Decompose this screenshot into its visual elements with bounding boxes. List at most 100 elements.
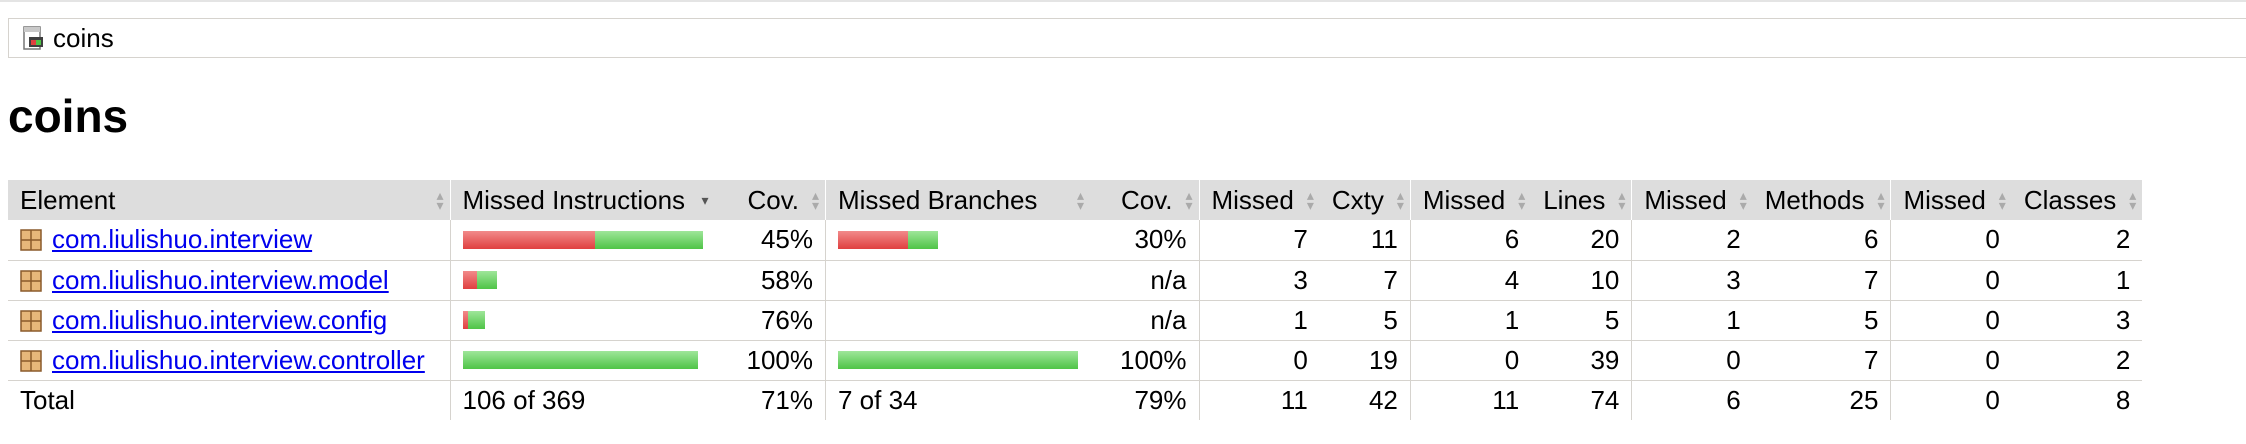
sort-icon: ▴ ▾	[2129, 187, 2137, 213]
col-header-missed-branches[interactable]: Missed Branches ▴ ▾	[825, 180, 1090, 220]
missed-cxty-cell: 3	[1198, 260, 1320, 301]
classes-cell: 2	[2011, 340, 2143, 381]
col-header-cov-instructions[interactable]: Cov. ▴ ▾	[714, 180, 826, 220]
coverage-bar	[462, 271, 497, 289]
total-missed-lines: 11	[1409, 379, 1532, 420]
col-header-cov-branches[interactable]: Cov. ▴ ▾	[1090, 180, 1199, 220]
col-header-label: Classes	[2023, 184, 2117, 215]
element-cell: com.liulishuo.interview.model	[8, 260, 450, 301]
col-header-label: Lines	[1543, 184, 1606, 215]
instructions-bar-cell	[449, 220, 715, 261]
col-header-lines[interactable]: Lines ▴ ▾	[1531, 180, 1632, 220]
report-icon	[23, 26, 43, 50]
missed-classes-cell: 0	[1890, 260, 2012, 301]
missed-methods-cell: 3	[1631, 260, 1753, 301]
missed-methods-cell: 2	[1631, 220, 1753, 261]
col-header-label: Methods	[1764, 184, 1865, 215]
sort-icon: ▴ ▾	[436, 187, 444, 213]
branches-bar-cell	[825, 260, 1090, 301]
sort-icon: ▴ ▾	[811, 187, 819, 213]
table-row: com.liulishuo.interview.controller 100% 10…	[8, 340, 2143, 381]
col-header-label: Cov.	[747, 184, 799, 215]
total-missed-methods: 6	[1631, 379, 1753, 420]
element-cell: com.liulishuo.interview	[8, 220, 450, 261]
total-instructions: 106 of 369	[449, 379, 715, 420]
covered-bar-segment	[476, 271, 497, 289]
sort-icon: ▴ ▾	[1739, 187, 1747, 213]
missed-classes-cell: 0	[1890, 220, 2012, 261]
col-header-label: Cov.	[1120, 184, 1173, 215]
sort-icon: ▴ ▾	[1185, 187, 1193, 213]
col-header-element[interactable]: Element ▴ ▾	[8, 180, 450, 220]
package-icon	[20, 268, 42, 292]
classes-cell: 2	[2011, 220, 2143, 261]
page-title: coins	[8, 90, 129, 142]
branches-bar-cell	[825, 340, 1090, 381]
sort-desc-icon: ▾	[701, 192, 709, 208]
col-header-missed-methods[interactable]: Missed ▴ ▾	[1631, 180, 1753, 220]
missed-methods-cell: 0	[1631, 340, 1753, 381]
col-header-label: Cxty	[1331, 184, 1384, 215]
total-branches-cov: 79%	[1090, 379, 1199, 420]
total-missed-cxty: 11	[1198, 379, 1320, 420]
cxty-cell: 19	[1319, 340, 1411, 381]
lines-cell: 39	[1531, 340, 1632, 381]
instructions-bar-cell	[449, 300, 715, 341]
instructions-cov: 45%	[714, 220, 826, 261]
branches-bar-cell	[825, 220, 1090, 261]
methods-cell: 5	[1752, 300, 1891, 341]
instructions-cov: 100%	[714, 340, 826, 381]
instructions-bar-cell	[449, 260, 715, 301]
col-header-label: Missed	[1644, 184, 1727, 215]
total-classes: 8	[2011, 379, 2143, 420]
col-header-cxty[interactable]: Cxty ▴ ▾	[1319, 180, 1411, 220]
missed-lines-cell: 1	[1409, 300, 1532, 341]
missed-cxty-cell: 7	[1198, 220, 1320, 261]
col-header-missed-lines[interactable]: Missed ▴ ▾	[1409, 180, 1532, 220]
branches-cov: n/a	[1090, 260, 1199, 301]
covered-bar-segment	[838, 351, 1078, 369]
total-missed-classes: 0	[1890, 379, 2012, 420]
coverage-bar	[838, 351, 1078, 369]
table-row: com.liulishuo.interview.config 76% n/a 1 5 1 5…	[8, 300, 2143, 341]
covered-bar-segment	[594, 230, 703, 249]
missed-bar-segment	[462, 230, 595, 249]
sort-icon: ▴ ▾	[1306, 187, 1314, 213]
element-cell: com.liulishuo.interview.controller	[8, 340, 450, 381]
col-header-label: Element	[20, 184, 116, 215]
col-header-classes[interactable]: Classes ▴ ▾	[2011, 180, 2143, 220]
missed-lines-cell: 0	[1409, 340, 1532, 381]
col-header-missed-instructions[interactable]: Missed Instructions ▾	[449, 180, 715, 220]
missed-cxty-cell: 1	[1198, 300, 1320, 341]
total-methods: 25	[1752, 379, 1891, 420]
total-lines: 74	[1531, 379, 1632, 420]
missed-classes-cell: 0	[1890, 340, 2012, 381]
classes-cell: 1	[2011, 260, 2143, 301]
package-icon	[20, 308, 42, 332]
methods-cell: 7	[1752, 260, 1891, 301]
branches-cov: n/a	[1090, 300, 1199, 341]
sort-icon: ▴ ▾	[1998, 187, 2006, 213]
breadcrumb-label[interactable]: coins	[53, 23, 114, 54]
col-header-methods[interactable]: Methods ▴ ▾	[1752, 180, 1891, 220]
total-label: Total	[8, 379, 450, 420]
breadcrumb: coins	[8, 18, 2246, 58]
lines-cell: 20	[1531, 220, 1632, 261]
col-header-label: Missed	[1903, 184, 1986, 215]
covered-bar-segment	[467, 311, 485, 329]
col-header-missed-classes[interactable]: Missed ▴ ▾	[1890, 180, 2012, 220]
table-row: com.liulishuo.interview 45% 30% 7 11 6 20 2 6 0 2	[8, 220, 2143, 261]
package-link[interactable]: com.liulishuo.interview.model	[52, 265, 389, 295]
package-link[interactable]: com.liulishuo.interview.config	[52, 305, 387, 335]
package-link[interactable]: com.liulishuo.interview.controller	[52, 345, 425, 375]
coverage-bar	[462, 351, 698, 369]
package-link[interactable]: com.liulishuo.interview	[52, 224, 312, 254]
missed-lines-cell: 6	[1409, 220, 1532, 261]
coverage-bar	[838, 230, 938, 249]
table-row: com.liulishuo.interview.model 58% n/a 3 7 4 10…	[8, 260, 2143, 301]
methods-cell: 6	[1752, 220, 1891, 261]
missed-bar-segment	[462, 271, 477, 289]
total-branches: 7 of 34	[825, 379, 1090, 420]
col-header-label: Missed	[1422, 184, 1506, 215]
col-header-missed-cxty[interactable]: Missed ▴ ▾	[1198, 180, 1320, 220]
